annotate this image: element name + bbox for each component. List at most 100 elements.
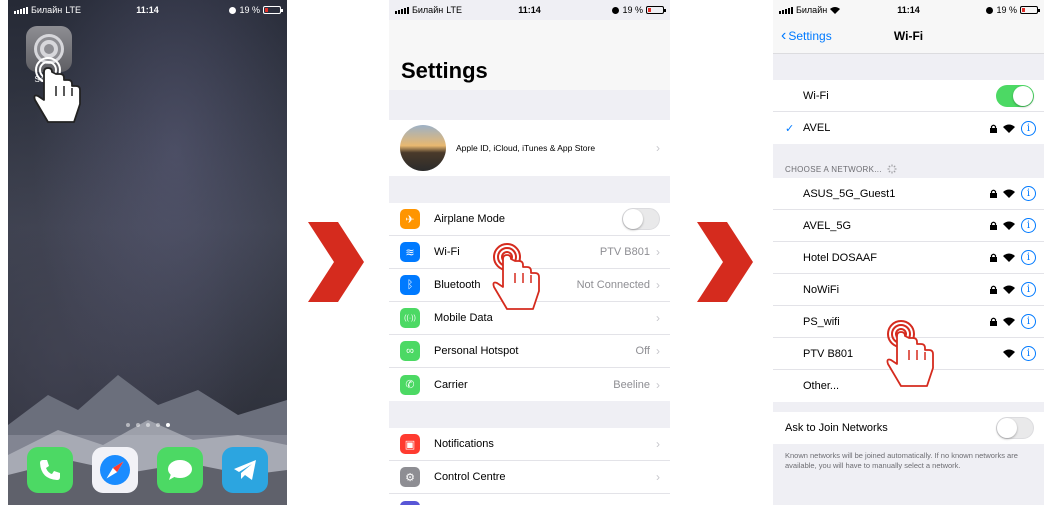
connected-network-row[interactable]: ✓ AVEL i: [773, 112, 1044, 144]
loading-spinner-icon: [887, 164, 897, 174]
wifi-signal-icon: [1003, 253, 1015, 262]
ask-to-join-row: Ask to Join Networks: [773, 412, 1044, 444]
apple-id-group: Apple ID, iCloud, iTunes & App Store ›: [389, 120, 670, 176]
settings-row-value: Beeline: [613, 378, 650, 391]
info-icon[interactable]: i: [1021, 186, 1036, 201]
home-screen: Билайн LTE 11:14 19 % Settings: [8, 0, 287, 505]
ask-to-join-toggle[interactable]: [996, 417, 1034, 439]
battery-icon: [646, 6, 666, 14]
settings-row-value: Off: [635, 345, 650, 357]
phone-icon: [40, 460, 61, 480]
wifi-signal-icon: [1003, 189, 1015, 198]
wifi-toggle[interactable]: [996, 84, 1034, 107]
lock-icon: [990, 253, 997, 262]
airplane-icon: ✈: [400, 209, 420, 229]
antenna-icon: ((·)): [400, 308, 420, 328]
lock-icon: [990, 317, 997, 326]
network-row[interactable]: ASUS_5G_Guest1 i: [773, 178, 1044, 210]
chevron-right-icon: ›: [656, 311, 660, 325]
chevron-right-icon: ›: [656, 141, 660, 155]
info-icon[interactable]: i: [1021, 314, 1036, 329]
wifi-signal-icon: [1003, 124, 1015, 133]
dock: [8, 435, 287, 505]
page-title: Settings: [401, 58, 488, 83]
apple-id-label: Apple ID, iCloud, iTunes & App Store: [456, 143, 596, 153]
wifi-signal-icon: [1003, 349, 1015, 358]
safari-icon: [100, 455, 131, 485]
wifi-toggle-group: Wi-Fi ✓ AVEL i: [773, 80, 1044, 144]
avatar: [400, 125, 446, 171]
status-bar: Билайн LTE 11:14 19 %: [8, 0, 287, 20]
ask-to-join-group: Ask to Join Networks: [773, 412, 1044, 444]
settings-row-label: Carrier: [434, 378, 468, 391]
network-icons: i: [990, 186, 1036, 201]
status-bar: Билайн 11:14 19 %: [773, 0, 1044, 20]
battery-icon: [1020, 6, 1040, 14]
control-centre-icon: ⚙: [400, 467, 420, 487]
settings-row-label: Airplane Mode: [434, 213, 505, 225]
wifi-screen: Билайн 11:14 19 % ‹ Settings Wi-Fi Wi-Fi…: [773, 0, 1044, 505]
alarm-icon: [612, 6, 620, 14]
wifi-icon: ≋: [400, 242, 420, 262]
phone-app-icon[interactable]: [27, 447, 74, 493]
network-name: NoWiFi: [803, 283, 840, 296]
network-row[interactable]: NoWiFi i: [773, 274, 1044, 306]
alarm-icon: [229, 6, 237, 14]
network-name: ASUS_5G_Guest1: [803, 187, 896, 200]
airplane-mode-toggle[interactable]: [622, 208, 660, 230]
battery-percent: 19 %: [622, 5, 643, 15]
apple-id-row[interactable]: Apple ID, iCloud, iTunes & App Store ›: [389, 120, 670, 176]
wifi-signal-icon: [1003, 317, 1015, 326]
info-icon[interactable]: i: [1021, 346, 1036, 361]
settings-row-label: Control Centre: [434, 471, 506, 483]
checkmark-icon: ✓: [785, 122, 795, 135]
page-title: Wi-Fi: [893, 29, 924, 43]
settings-row[interactable]: ✈ Airplane Mode: [389, 203, 670, 236]
lock-icon: [990, 189, 997, 198]
info-icon[interactable]: i: [1021, 282, 1036, 297]
network-icons: i: [990, 218, 1036, 233]
network-icons: i: [990, 250, 1036, 265]
tap-hand-icon: [886, 320, 934, 387]
settings-row-value: Not Connected: [576, 279, 650, 291]
battery-percent: 19 %: [996, 5, 1017, 15]
settings-screen: Билайн LTE 11:14 19 % Settings Apple ID,…: [389, 0, 670, 505]
notifications-icon: ▣: [400, 434, 420, 454]
settings-notifications-group: ▣ Notifications › ⚙ Control Centre ›: [389, 428, 670, 505]
tap-hand-icon: [33, 57, 81, 123]
messages-icon: [167, 460, 192, 480]
settings-row-label: Notifications: [434, 438, 494, 450]
ask-to-join-footnote: Known networks will be joined automatica…: [785, 451, 1018, 470]
messages-app-icon[interactable]: [156, 447, 203, 493]
settings-row[interactable]: ▣ Notifications ›: [389, 428, 670, 461]
settings-row[interactable]: ⚙ Control Centre ›: [389, 461, 670, 494]
telegram-app-icon[interactable]: [221, 447, 268, 493]
settings-row[interactable]: ∞ Personal Hotspot Off ›: [389, 335, 670, 368]
ask-to-join-label: Ask to Join Networks: [785, 422, 888, 434]
wifi-toggle-row: Wi-Fi: [773, 80, 1044, 112]
phone-icon: ✆: [400, 374, 420, 395]
network-icons: i: [990, 282, 1036, 297]
info-icon[interactable]: i: [1021, 250, 1036, 265]
wifi-signal-icon: [1003, 285, 1015, 294]
info-icon[interactable]: i: [1021, 120, 1036, 136]
settings-row-label: Personal Hotspot: [434, 345, 519, 357]
chevron-right-icon: ›: [656, 470, 660, 484]
lock-icon: [990, 221, 997, 230]
settings-row-value: PTV B801: [599, 246, 650, 258]
next-step-arrow-icon: [308, 222, 364, 302]
next-step-arrow-icon: [697, 222, 753, 302]
bluetooth-icon: ᛒ: [400, 275, 420, 295]
wifi-signal-icon: [1003, 221, 1015, 230]
info-icon[interactable]: i: [1021, 218, 1036, 233]
safari-app-icon[interactable]: [92, 447, 139, 493]
navigation-bar: ‹ Settings Wi-Fi: [773, 20, 1044, 54]
connected-network-name: AVEL: [803, 122, 831, 134]
lock-icon: [990, 285, 997, 294]
network-row[interactable]: AVEL_5G i: [773, 210, 1044, 242]
chevron-right-icon: ›: [656, 437, 660, 451]
settings-row[interactable]: ✆ Carrier Beeline ›: [389, 368, 670, 401]
choose-network-label: CHOOSE A NETWORK...: [785, 164, 882, 174]
network-row[interactable]: Hotel DOSAAF i: [773, 242, 1044, 274]
network-name: AVEL_5G: [803, 219, 852, 232]
